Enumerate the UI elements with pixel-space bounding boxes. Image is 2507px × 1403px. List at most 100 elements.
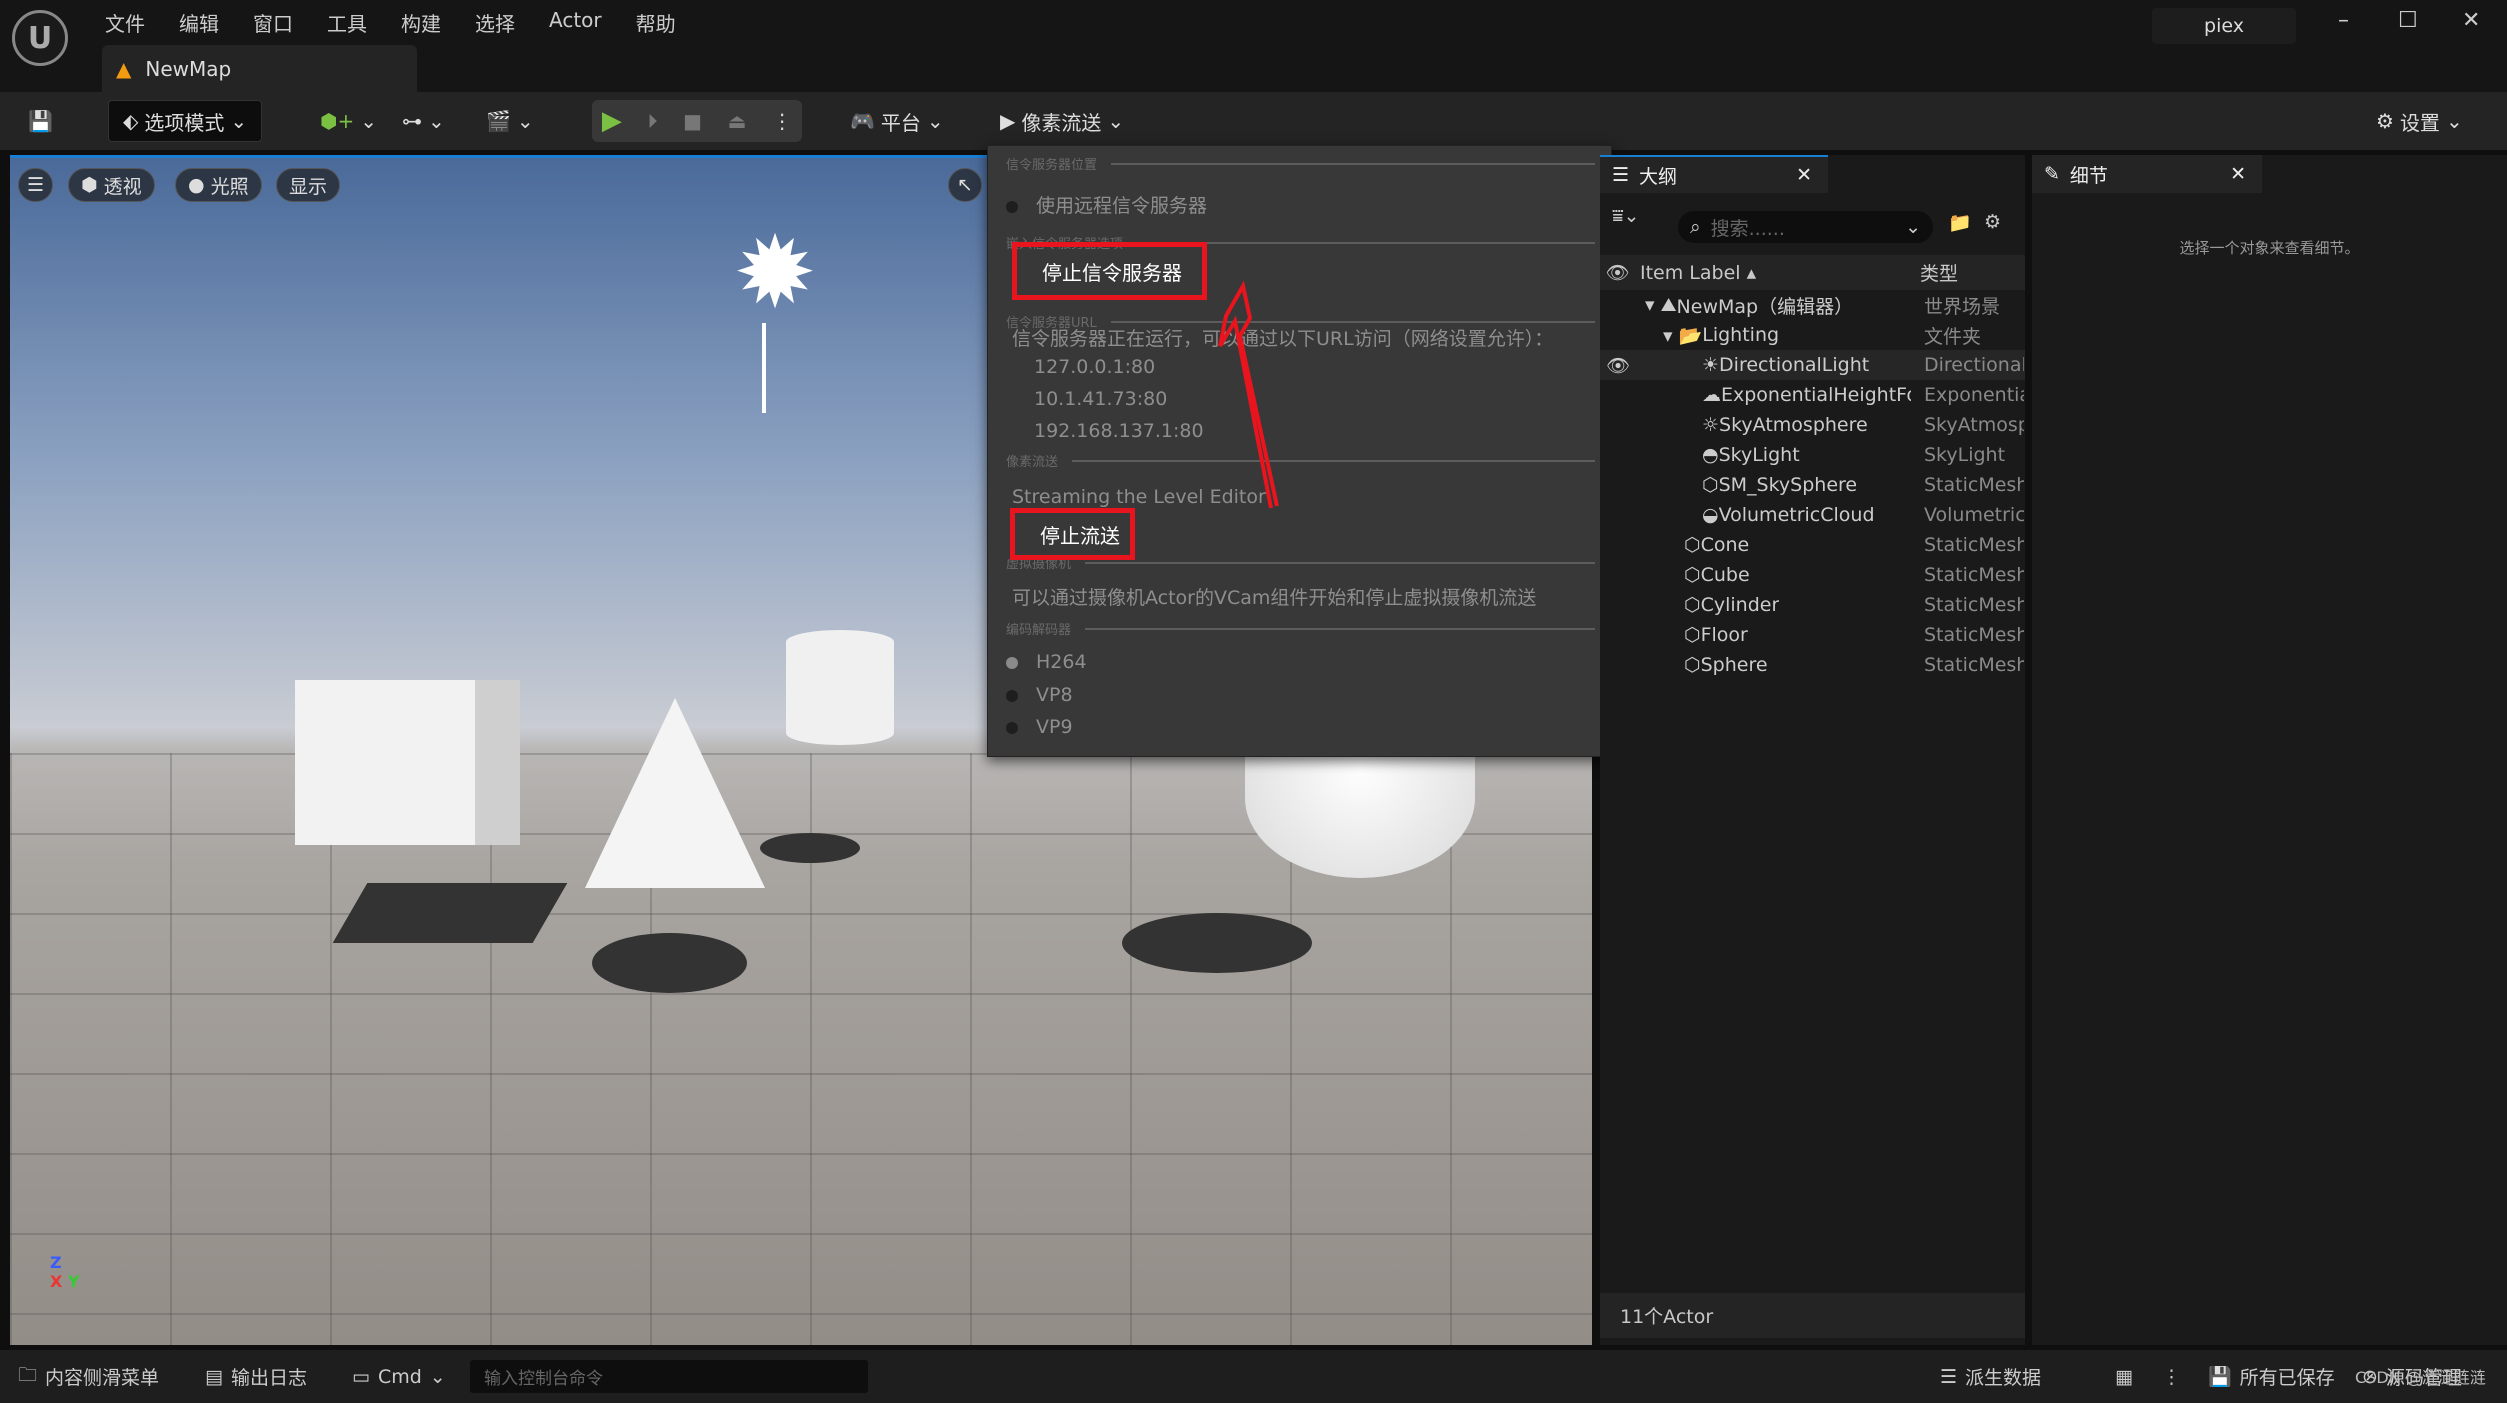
tree-row[interactable]: ⬡ Sphere StaticMesh [1600, 650, 2025, 680]
menu-select[interactable]: 选择 [475, 8, 515, 37]
derived-data-button[interactable]: ☰ 派生数据 [1940, 1350, 2041, 1403]
outliner-panel: ☰ 大纲 ✕ ⩸⌄ ⌕ 搜索...... ⌄ 📁 ⚙ 👁 Item Label ▴ 类… [1600, 155, 2025, 1345]
skylight-icon: ◓ [1702, 444, 1719, 466]
saved-icon: 💾 [2208, 1366, 2232, 1388]
perspective-label: 透视 [103, 175, 142, 198]
document-tab-newmap[interactable]: ▲ NewMap [102, 45, 417, 92]
eject-icon[interactable]: ⏏ [728, 109, 747, 133]
light-direction-arrow [762, 323, 766, 413]
pixel-streaming-button[interactable]: ▶ 像素流送 ⌄ [1000, 100, 1124, 142]
column-type[interactable]: 类型 [1920, 259, 1958, 286]
tree-row[interactable]: ⬡ SM_SkySphere StaticMesh [1600, 470, 2025, 500]
row-label: Cone [1700, 534, 1750, 556]
console-command-input[interactable]: 输入控制台命令 [470, 1360, 868, 1393]
row-type: StaticMesh [1924, 564, 2024, 586]
directional-light-gizmo-icon[interactable]: ✹ [720, 218, 830, 328]
cylinder-mesh[interactable] [786, 630, 894, 745]
tree-row[interactable]: ⬡ Floor StaticMesh [1600, 620, 2025, 650]
visibility-icon[interactable]: 👁 [1600, 261, 1635, 284]
menu-file[interactable]: 文件 [105, 8, 145, 37]
tree-row[interactable]: ☼ SkyAtmosphere SkyAtmosphere [1600, 410, 2025, 440]
content-drawer-icon: 🗀 [18, 1363, 38, 1386]
outliner-column-header: 👁 Item Label ▴ 类型 [1600, 255, 2025, 290]
tree-row[interactable]: ◓ SkyLight SkyLight [1600, 440, 2025, 470]
save-icon[interactable]: 💾 [28, 100, 53, 142]
select-tool-icon[interactable]: ↖ [948, 168, 982, 202]
tree-row[interactable]: ☁ ExponentialHeightFog ExponentialHeightF… [1600, 380, 2025, 410]
step-icon[interactable]: ⏵ [647, 109, 657, 133]
watermark: CSDN @涟涟涟涟 [2355, 1368, 2486, 1387]
platform-icon: 🎮 [850, 109, 875, 133]
cmd-selector[interactable]: ▭ Cmd ⌄ [352, 1350, 446, 1403]
minimize-icon[interactable]: – [2338, 8, 2349, 33]
tree-row[interactable]: ▾ 📂 Lighting 文件夹 [1600, 320, 2025, 350]
stop-icon[interactable]: ■ [683, 109, 702, 133]
tree-row[interactable]: ▾ ⛰ NewMap（编辑器） 世界场景 [1600, 290, 2025, 320]
menu-tools[interactable]: 工具 [327, 8, 367, 37]
visibility-icon[interactable]: 👁 [1606, 354, 1630, 377]
close-tab-icon[interactable]: ✕ [1796, 164, 1812, 186]
details-tab[interactable]: ✎ 细节 ✕ [2032, 155, 2262, 193]
save-all-button[interactable]: 💾 所有已保存 [2208, 1350, 2335, 1403]
viewport-menu-button[interactable]: ☰ [18, 168, 54, 202]
cinematics-button[interactable]: 🎬 ⌄ [486, 100, 534, 142]
search-icon: ⌕ [1690, 216, 1701, 238]
outliner-tab[interactable]: ☰ 大纲 ✕ [1600, 155, 1828, 193]
activity-icon[interactable]: ▦ [2115, 1350, 2133, 1403]
row-label: NewMap（编辑器） [1676, 295, 1854, 318]
cube-mesh[interactable] [295, 680, 520, 845]
maximize-icon[interactable]: ☐ [2398, 8, 2418, 33]
blueprint-button[interactable]: ⊶ ⌄ [402, 100, 445, 142]
menu-actor[interactable]: Actor [549, 8, 602, 37]
perspective-button[interactable]: ⬢ 透视 [68, 168, 155, 202]
lighting-button[interactable]: ● 光照 [175, 168, 262, 202]
static-mesh-icon: ⬡ [1684, 594, 1701, 616]
row-label: VolumetricCloud [1718, 504, 1875, 526]
play-icon[interactable]: ▶ [602, 106, 622, 136]
outliner-tab-label: 大纲 [1639, 165, 1678, 188]
static-mesh-icon: ⬡ [1684, 534, 1701, 556]
row-type: 世界场景 [1924, 295, 2001, 318]
row-label: SkyLight [1718, 444, 1800, 466]
menu-build[interactable]: 构建 [401, 8, 441, 37]
gear-icon[interactable]: ⚙ [1984, 211, 2001, 233]
column-item-label[interactable]: Item Label ▴ [1635, 262, 1920, 284]
menu-window[interactable]: 窗口 [253, 8, 293, 37]
details-tab-label: 细节 [2069, 164, 2108, 187]
platform-button[interactable]: 🎮 平台 ⌄ [850, 100, 944, 142]
tree-row[interactable]: 👁 ☀ DirectionalLight DirectionalLight [1600, 350, 2025, 380]
column-label: Item Label [1640, 261, 1741, 284]
menu-help[interactable]: 帮助 [636, 8, 676, 37]
show-button[interactable]: 显示 [276, 168, 341, 202]
add-folder-icon[interactable]: 📁 [1948, 211, 1972, 234]
more-options-icon[interactable]: ⋮ [772, 109, 792, 133]
more-options-icon[interactable]: ⋮ [2162, 1350, 2181, 1403]
filter-icon[interactable]: ⩸⌄ [1612, 205, 1639, 227]
derived-data-label: 派生数据 [1965, 1367, 2042, 1389]
outliner-search-input[interactable]: ⌕ 搜索...... ⌄ [1678, 211, 1933, 243]
close-tab-icon[interactable]: ✕ [2230, 163, 2246, 185]
server-icon: ☰ [1940, 1365, 1958, 1388]
settings-button[interactable]: ⚙ 设置 ⌄ [2376, 100, 2463, 142]
tree-row[interactable]: ◒ VolumetricCloud VolumetricCloud [1600, 500, 2025, 530]
row-type: ExponentialHeightFog [1924, 384, 2024, 406]
cone-mesh[interactable] [585, 698, 765, 888]
content-drawer-button[interactable]: 🗀 内容侧滑菜单 [18, 1350, 159, 1403]
gear-icon: ⚙ [2376, 109, 2394, 133]
tree-row[interactable]: ⬡ Cylinder StaticMesh [1600, 590, 2025, 620]
unreal-logo-icon[interactable]: U [12, 10, 68, 66]
axis-gizmo-icon: ZX Y [50, 1253, 80, 1291]
platform-label: 平台 [880, 110, 921, 135]
cmd-label: Cmd [377, 1365, 422, 1388]
output-log-button[interactable]: ▤ 输出日志 [205, 1350, 307, 1403]
add-actor-button[interactable]: ⬢+ ⌄ [320, 100, 377, 142]
row-type: StaticMesh [1924, 624, 2024, 646]
close-window-icon[interactable]: ✕ [2462, 8, 2480, 33]
tree-row[interactable]: ⬡ Cone StaticMesh [1600, 530, 2025, 560]
cube-icon: ⬢ [81, 174, 98, 196]
menu-edit[interactable]: 编辑 [179, 8, 219, 37]
user-name[interactable]: piex [2152, 8, 2296, 44]
row-type: SkyLight [1924, 444, 2006, 466]
mode-selector[interactable]: ⬖ 选项模式 ⌄ [108, 100, 263, 142]
tree-row[interactable]: ⬡ Cube StaticMesh [1600, 560, 2025, 590]
